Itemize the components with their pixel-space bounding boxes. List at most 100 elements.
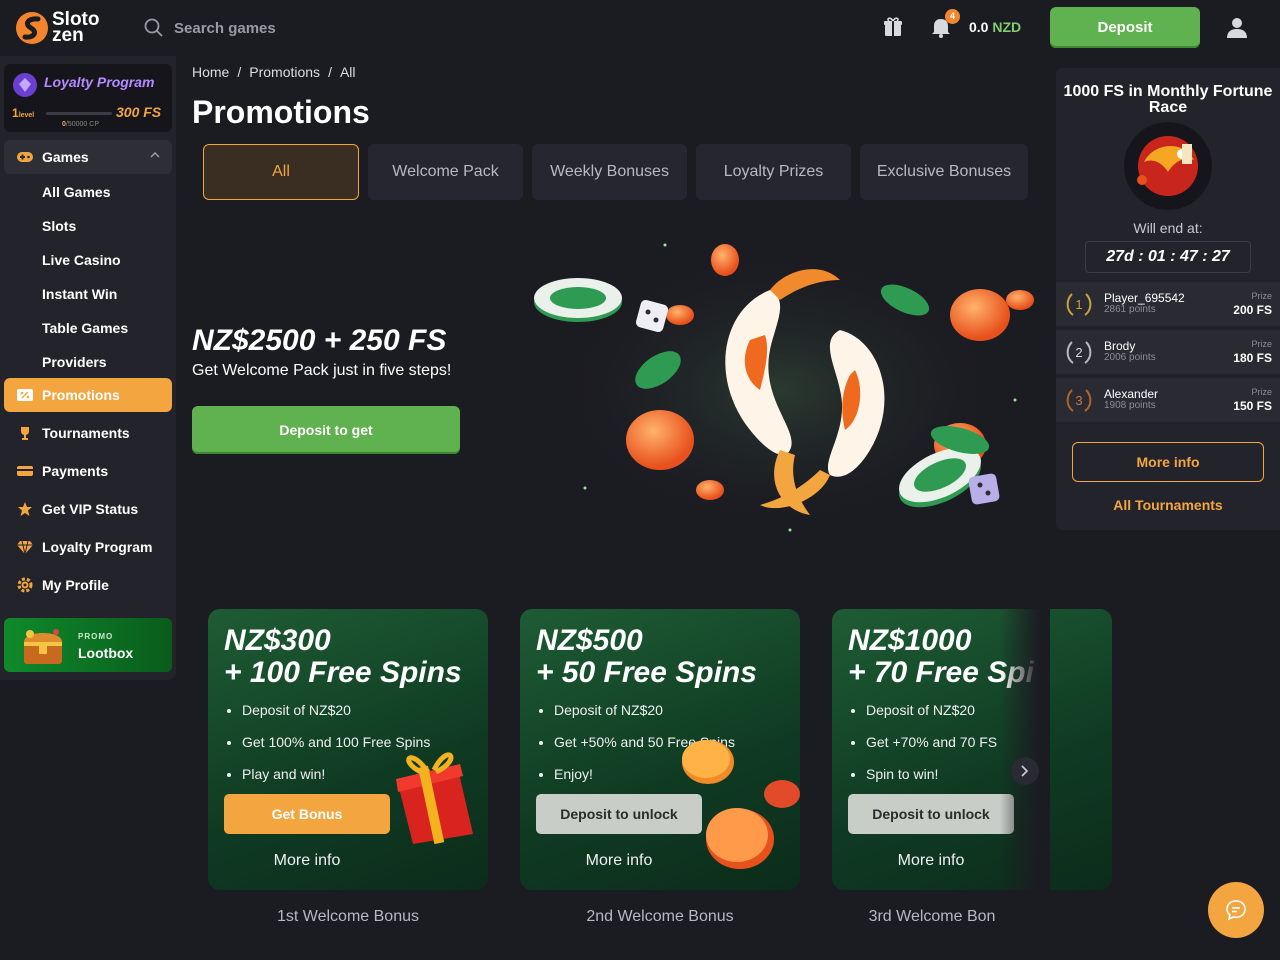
card-bullet: Deposit of NZ$20 bbox=[554, 694, 735, 726]
nav-live-casino[interactable]: Live Casino bbox=[4, 243, 172, 277]
breadcrumb-home[interactable]: Home bbox=[192, 64, 229, 80]
percent-icon bbox=[17, 389, 33, 401]
rank-laurel-icon: 3 bbox=[1066, 389, 1092, 412]
top-header: Sloto zen Search games 4 0.0 NZD Deposit bbox=[0, 0, 1280, 56]
player-name: Brody bbox=[1104, 339, 1136, 353]
tournament-title: 1000 FS in Monthly Fortune Race bbox=[1063, 83, 1273, 116]
loyalty-reward: 300 FS bbox=[116, 104, 162, 120]
breadcrumb: Home / Promotions / All bbox=[192, 64, 364, 80]
nav-instant-win[interactable]: Instant Win bbox=[4, 277, 172, 311]
page-title: Promotions bbox=[192, 94, 370, 130]
trophy-icon bbox=[21, 427, 29, 440]
rank-laurel-icon: 2 bbox=[1066, 341, 1092, 364]
chevron-right-icon bbox=[1021, 765, 1029, 777]
prize-value: 200 FS bbox=[1233, 303, 1272, 317]
loyalty-title: Loyalty Program bbox=[44, 74, 155, 90]
tab-exclusive-bonuses[interactable]: Exclusive Bonuses bbox=[860, 144, 1028, 200]
tab-loyalty-prizes[interactable]: Loyalty Prizes bbox=[696, 144, 851, 200]
player-name: Player_695542 bbox=[1104, 291, 1185, 305]
nav-tournaments[interactable]: Tournaments bbox=[4, 416, 172, 450]
promo-lootbox[interactable]: PROMO Lootbox bbox=[4, 618, 172, 672]
nav-providers[interactable]: Providers bbox=[4, 345, 172, 379]
gear-icon bbox=[17, 577, 33, 593]
more-info-link[interactable]: More info bbox=[536, 852, 702, 870]
card-label: 1st Welcome Bonus bbox=[277, 908, 419, 925]
tournament-image bbox=[1124, 122, 1212, 210]
balance-value: 0.0 bbox=[969, 19, 989, 35]
get-bonus-button[interactable]: Get Bonus bbox=[224, 794, 390, 834]
nav-games[interactable]: Games bbox=[4, 140, 172, 174]
bonus-card-3: NZ$1000+ 70 Free Spi Deposit of NZ$20 Ge… bbox=[832, 609, 1112, 890]
notification-badge: 4 bbox=[945, 9, 960, 24]
breadcrumb-current: All bbox=[339, 64, 356, 80]
tournament-end-label: Will end at: bbox=[1133, 220, 1203, 236]
loyalty-gem-icon bbox=[13, 73, 37, 97]
hero-subtitle: Get Welcome Pack just in five steps! bbox=[192, 362, 452, 379]
card-bullet: Deposit of NZ$20 bbox=[866, 694, 997, 726]
prize-value: 180 FS bbox=[1233, 351, 1272, 365]
nav-slots[interactable]: Slots bbox=[4, 209, 172, 243]
more-info-link[interactable]: More info bbox=[224, 852, 390, 870]
prize-label: Prize bbox=[1251, 387, 1272, 397]
promo-name: Lootbox bbox=[78, 645, 134, 661]
nav-profile[interactable]: My Profile bbox=[4, 568, 172, 602]
svg-text:2: 2 bbox=[1075, 345, 1082, 360]
balance-currency: NZD bbox=[992, 19, 1022, 35]
treasure-chest-icon bbox=[24, 629, 62, 664]
card-bullets: Deposit of NZ$20 Get +70% and 70 FS Spin… bbox=[866, 694, 997, 790]
carousel-next-button[interactable] bbox=[1011, 757, 1039, 785]
tab-welcome-pack[interactable]: Welcome Pack bbox=[368, 144, 523, 200]
player-points: 1908 points bbox=[1104, 400, 1156, 411]
all-tournaments-link[interactable]: All Tournaments bbox=[1056, 497, 1280, 513]
deposit-button[interactable]: Deposit bbox=[1050, 7, 1200, 48]
gift-icon[interactable] bbox=[880, 14, 906, 40]
loyalty-progress-bar bbox=[46, 112, 112, 115]
card-bullet: Spin to win! bbox=[866, 758, 997, 790]
prize-label: Prize bbox=[1251, 339, 1272, 349]
breadcrumb-separator: / bbox=[328, 64, 332, 80]
nav-vip[interactable]: Get VIP Status bbox=[4, 492, 172, 526]
nav-loyalty[interactable]: Loyalty Program bbox=[4, 530, 172, 564]
player-points: 2861 points bbox=[1104, 304, 1156, 315]
logo-text: Sloto zen bbox=[52, 9, 100, 46]
nav-all-games[interactable]: All Games bbox=[4, 175, 172, 209]
nav-label: Tournaments bbox=[42, 425, 130, 441]
breadcrumb-promotions[interactable]: Promotions bbox=[249, 64, 320, 80]
loyalty-card[interactable]: Loyalty Program 1level 300 FS 0/50000 CP bbox=[4, 64, 172, 132]
card-bullet: Deposit of NZ$20 bbox=[242, 694, 430, 726]
koi-fish-illustration bbox=[534, 240, 1034, 540]
svg-text:1: 1 bbox=[1075, 297, 1082, 312]
nav-promotions[interactable]: Promotions bbox=[4, 378, 172, 412]
star-icon bbox=[18, 502, 32, 516]
deposit-to-unlock-button[interactable]: Deposit to unlock bbox=[536, 794, 702, 834]
card-title: NZ$500 + 50 Free Spins bbox=[536, 624, 757, 689]
chevron-up-icon bbox=[150, 152, 160, 158]
user-icon[interactable] bbox=[1224, 15, 1250, 41]
tournament-more-info-button[interactable]: More info bbox=[1072, 442, 1264, 482]
loyalty-level: 1level bbox=[12, 106, 35, 120]
chat-button[interactable] bbox=[1208, 882, 1264, 938]
card-bullet: Get +70% and 70 FS bbox=[866, 726, 997, 758]
card-label: 2nd Welcome Bonus bbox=[586, 908, 734, 925]
tournament-panel: 1000 FS in Monthly Fortune Race Will end… bbox=[1056, 68, 1280, 530]
site-logo[interactable]: Sloto zen bbox=[14, 10, 104, 46]
deposit-to-unlock-button[interactable]: Deposit to unlock bbox=[848, 794, 1014, 834]
balance-display[interactable]: 0.0 NZD bbox=[969, 19, 1021, 35]
nav-table-games[interactable]: Table Games bbox=[4, 311, 172, 345]
more-info-link[interactable]: More info bbox=[848, 852, 1014, 870]
rank-laurel-icon: 1 bbox=[1066, 293, 1092, 316]
nav-label: Games bbox=[42, 149, 89, 165]
nav-payments[interactable]: Payments bbox=[4, 454, 172, 488]
nav-label: Get VIP Status bbox=[42, 501, 139, 517]
search-input[interactable]: Search games bbox=[144, 14, 344, 42]
sidebar: Loyalty Program 1level 300 FS 0/50000 CP… bbox=[0, 56, 176, 680]
tab-weekly-bonuses[interactable]: Weekly Bonuses bbox=[532, 144, 687, 200]
promo-tag: PROMO bbox=[78, 632, 114, 641]
prize-label: Prize bbox=[1251, 291, 1272, 301]
nav-label: Promotions bbox=[42, 387, 120, 403]
tab-all[interactable]: All bbox=[203, 144, 359, 200]
deposit-to-get-button[interactable]: Deposit to get bbox=[192, 406, 460, 454]
bonus-card-1: NZ$300+ 100 Free Spins Deposit of NZ$20 … bbox=[208, 609, 488, 890]
svg-text:3: 3 bbox=[1075, 393, 1082, 408]
search-icon bbox=[144, 18, 163, 37]
